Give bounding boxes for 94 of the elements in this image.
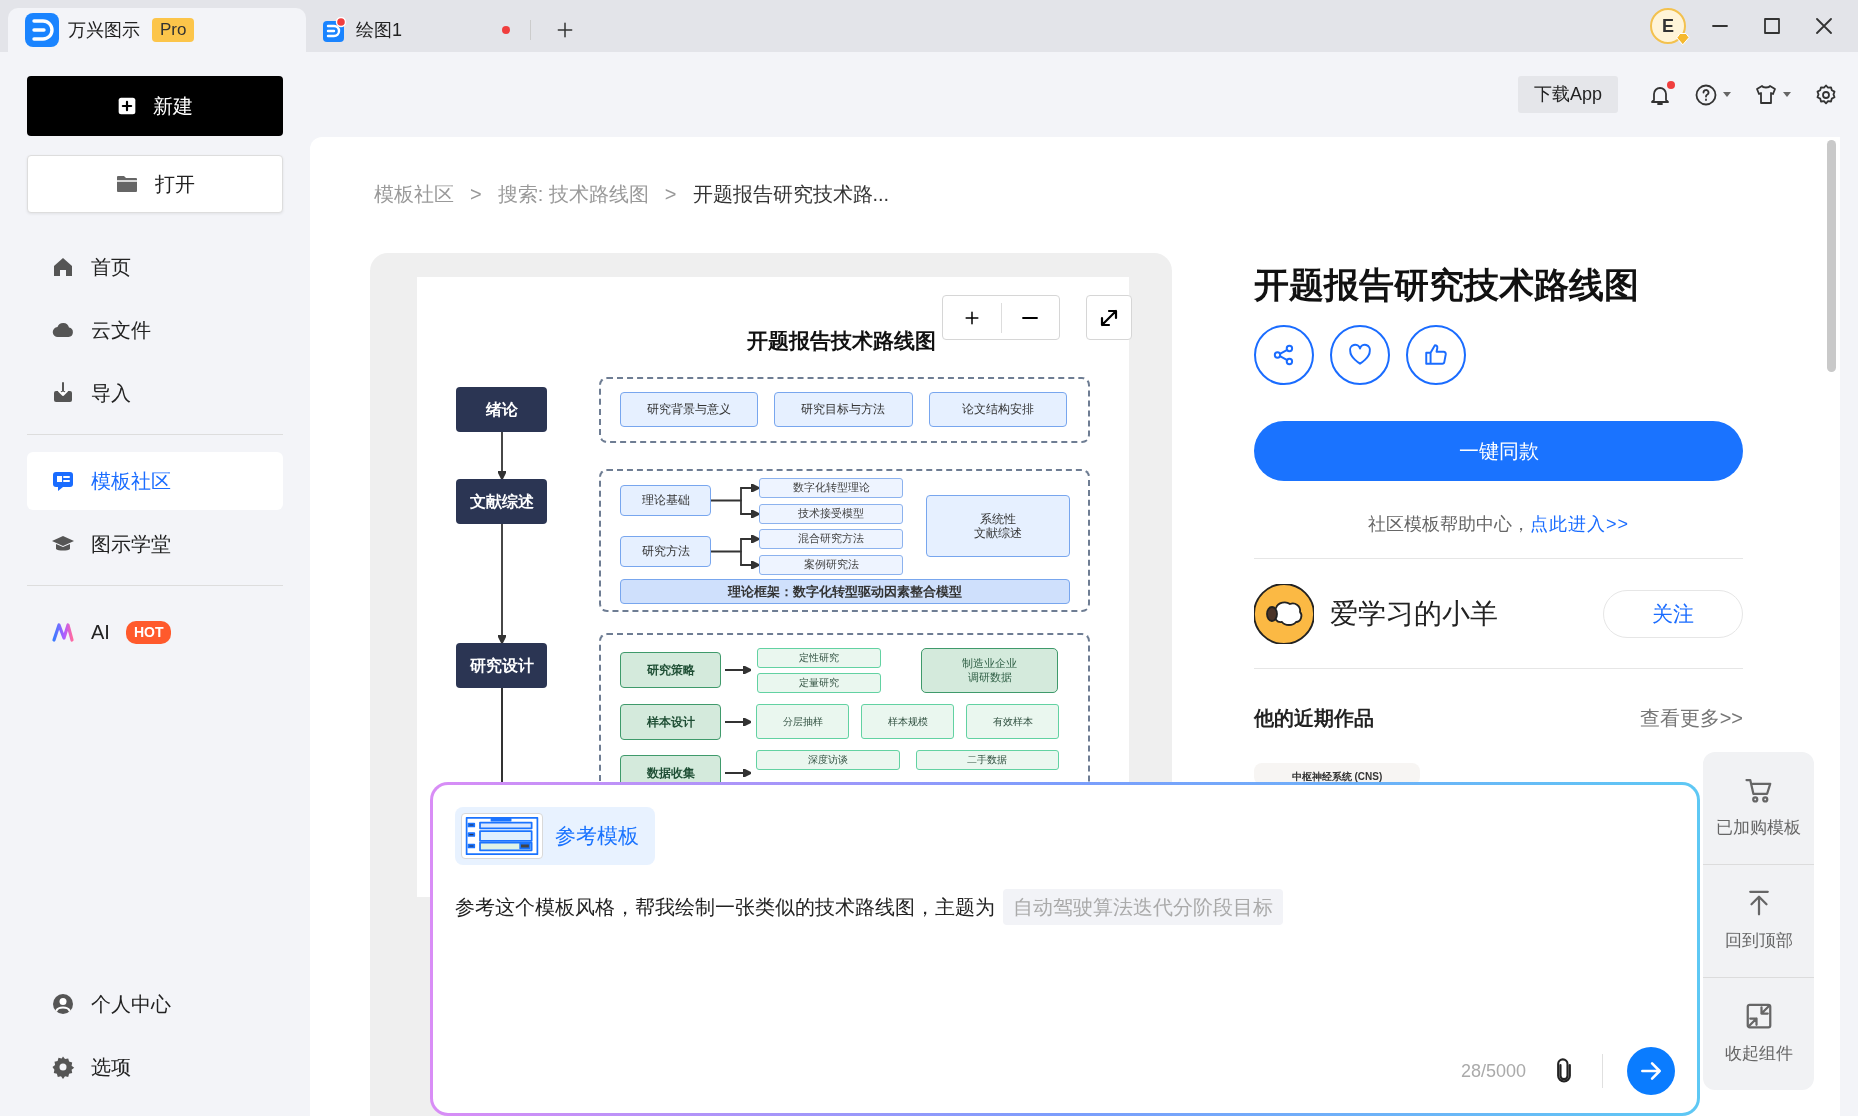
section-heading: 他的近期作品 <box>1254 706 1374 731</box>
diagram-box: 理论框架：数字化转型驱动因素整合模型 <box>620 579 1070 604</box>
diagram-box: 二手数据 <box>915 750 1059 770</box>
diagram-box: 研究策略 <box>620 652 721 688</box>
view-more-link[interactable]: 查看更多>> <box>1639 703 1743 733</box>
topic-field[interactable]: 自动驾驶算法迭代分阶段目标 <box>1003 889 1283 925</box>
template-title: 开题报告研究技术路线图 <box>1254 264 1640 306</box>
prompt-text: 参考这个模板风格，帮我绘制一张类似的技术路线图，主题为 <box>455 895 995 920</box>
sidebar-item[interactable]: 导入 <box>27 364 283 422</box>
vip-diamond-icon <box>1676 32 1690 46</box>
send-button[interactable] <box>1627 1047 1675 1095</box>
home-icon <box>51 255 75 279</box>
sidebar-item[interactable]: AI HOT <box>27 603 283 661</box>
diagram-box: 有效样本 <box>966 704 1059 739</box>
work-thumbnail[interactable]: 中枢神经系统 (CNS) <box>1254 763 1420 785</box>
author-avatar <box>1254 584 1314 644</box>
sidebar-item[interactable]: 模板社区 <box>27 452 283 510</box>
diagram-box: 研究方法 <box>620 536 711 567</box>
help-text: 社区模板帮助中心，点此进入>> <box>1367 513 1630 536</box>
diagram-box: 定量研究 <box>757 673 881 693</box>
user-icon <box>51 992 75 1016</box>
thumbs-up-icon <box>1423 342 1449 368</box>
flow-arrow <box>725 768 751 778</box>
thumbnail-caption: 中枢神经系统 (CNS) <box>1291 770 1383 784</box>
favorite-button[interactable] <box>1330 325 1390 385</box>
stage-node: 研究设计 <box>456 643 547 688</box>
diagram-title: 开题报告技术路线图 <box>747 328 936 354</box>
document-logo-icon <box>322 17 348 43</box>
download-tray-icon <box>51 381 75 405</box>
side-tool-button[interactable]: 已加购模板 <box>1703 752 1814 864</box>
pro-badge: Pro <box>152 18 195 42</box>
diagram-box: 研究背景与意义 <box>620 392 759 427</box>
app-logo-icon <box>24 12 60 48</box>
diagram-box: 数字化转型理论 <box>759 478 903 498</box>
sidebar-item[interactable]: 图示学堂 <box>27 515 283 573</box>
diagram-box: 论文结构安排 <box>928 392 1067 427</box>
plus-square-icon <box>117 96 137 116</box>
follow-button[interactable]: 关注 <box>1603 590 1743 638</box>
maximize-icon <box>1764 18 1780 34</box>
theme-button[interactable] <box>1754 82 1792 107</box>
reference-template-chip[interactable]: 参考模板 <box>455 807 655 865</box>
settings-icon <box>51 1055 75 1079</box>
settings-icon <box>1814 82 1838 107</box>
sidebar-item[interactable]: 选项 <box>27 1038 283 1096</box>
character-counter: 28/5000 <box>1460 1059 1526 1083</box>
diagram-box: 制造业企业 调研数据 <box>921 648 1058 693</box>
minimize-icon <box>1712 24 1728 28</box>
breadcrumb-current: 开题报告研究技术路... <box>692 182 890 207</box>
use-template-button[interactable]: 一键同款 <box>1254 421 1743 481</box>
side-tool-button[interactable]: 回到顶部 <box>1703 864 1814 977</box>
diagram-box: 分层抽样 <box>756 704 849 739</box>
help-button[interactable] <box>1694 82 1732 107</box>
share-button[interactable] <box>1254 325 1314 385</box>
stage-node: 文献综述 <box>456 479 547 524</box>
flow-arrow <box>725 665 751 675</box>
scrollbar-thumb[interactable] <box>1827 140 1836 372</box>
help-icon <box>1694 82 1718 107</box>
flow-arrow <box>497 432 507 479</box>
minus-icon <box>1022 315 1039 320</box>
fullscreen-button[interactable] <box>1086 295 1132 340</box>
hot-badge: HOT <box>125 620 172 644</box>
stage-node: 绪论 <box>456 387 547 432</box>
diagram-box: 理论基础 <box>620 485 711 516</box>
new-button[interactable]: 新建 <box>27 76 283 136</box>
diagram-box: 定性研究 <box>757 648 881 668</box>
plus-icon <box>555 20 575 40</box>
app-tab[interactable]: 万兴图示 Pro <box>8 8 306 52</box>
diagram-box: 深度访谈 <box>756 750 900 770</box>
sidebar-item[interactable]: 云文件 <box>27 301 283 359</box>
help-link[interactable]: 点此进入>> <box>1530 514 1629 534</box>
side-tool-button[interactable]: 收起组件 <box>1703 977 1814 1090</box>
diagram-box: 混合研究方法 <box>759 529 903 549</box>
flow-arrow <box>725 717 751 727</box>
app-tab[interactable]: 绘图1 <box>306 8 526 52</box>
breadcrumb-separator: > <box>470 182 482 207</box>
download-app-button[interactable]: 下载App <box>1517 76 1618 113</box>
settings-button[interactable] <box>1814 82 1838 107</box>
chat-board-icon <box>51 469 75 493</box>
diagram-box: 研究目标与方法 <box>774 392 913 427</box>
ai-logo-icon <box>51 620 75 644</box>
diagram-box: 样本设计 <box>620 704 721 740</box>
shirt-icon <box>1754 82 1778 107</box>
diagram-box: 案例研究法 <box>759 555 903 575</box>
sidebar-item[interactable]: 首页 <box>27 238 283 296</box>
diagram-box: 样本规模 <box>861 704 954 739</box>
breadcrumb-separator: > <box>664 182 677 207</box>
close-icon <box>1816 18 1832 34</box>
author-name: 爱学习的小羊 <box>1330 597 1498 631</box>
like-button[interactable] <box>1406 325 1466 385</box>
diagram-box: 技术接受模型 <box>759 504 903 524</box>
open-button[interactable]: 打开 <box>27 155 283 213</box>
notifications-button[interactable] <box>1648 82 1672 107</box>
sidebar-item[interactable]: 个人中心 <box>27 975 283 1033</box>
diagram-box: 系统性 文献综述 <box>926 495 1070 557</box>
